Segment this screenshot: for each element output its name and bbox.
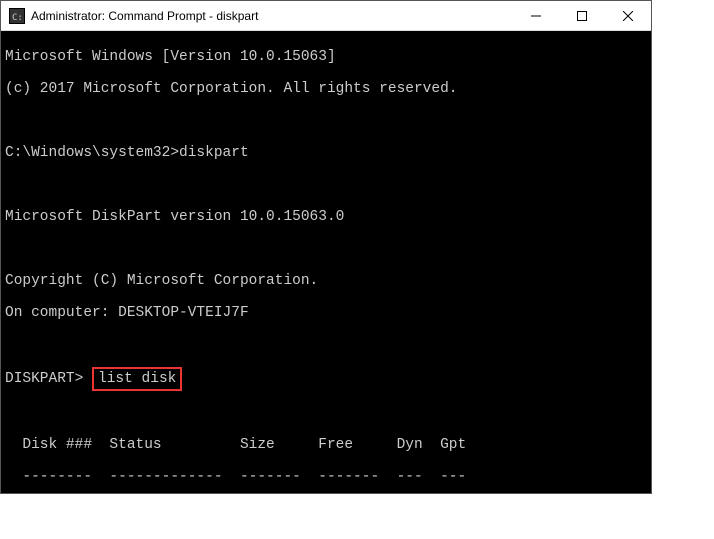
cmd-line-1: DISKPART> list disk xyxy=(5,369,651,389)
cmd-list-disk: list disk xyxy=(98,371,176,387)
window-controls xyxy=(513,1,651,31)
diskpart-version: Microsoft DiskPart version 10.0.15063.0 xyxy=(5,209,651,225)
blank-line xyxy=(5,241,651,257)
close-button[interactable] xyxy=(605,1,651,31)
invoke-line: C:\Windows\system32>diskpart xyxy=(5,145,651,161)
computer-name: On computer: DESKTOP-VTEIJ7F xyxy=(5,305,651,321)
minimize-button[interactable] xyxy=(513,1,559,31)
os-version-line: Microsoft Windows [Version 10.0.15063] xyxy=(5,49,651,65)
svg-text:C:: C: xyxy=(12,13,23,23)
cmd-icon: C: xyxy=(9,8,25,24)
maximize-button[interactable] xyxy=(559,1,605,31)
highlight-box: list disk xyxy=(92,367,182,391)
blank-line xyxy=(5,405,651,421)
terminal-output[interactable]: Microsoft Windows [Version 10.0.15063] (… xyxy=(1,31,651,493)
copyright-line: (c) 2017 Microsoft Corporation. All righ… xyxy=(5,81,651,97)
blank-line xyxy=(5,177,651,193)
invoke-cmd: diskpart xyxy=(179,145,249,161)
window-title: Administrator: Command Prompt - diskpart xyxy=(31,9,513,23)
titlebar[interactable]: C: Administrator: Command Prompt - diskp… xyxy=(1,1,651,31)
blank-line xyxy=(5,113,651,129)
command-prompt-window: C: Administrator: Command Prompt - diskp… xyxy=(0,0,652,494)
table-divider: -------- ------------- ------- ------- -… xyxy=(5,469,651,485)
diskpart-prompt: DISKPART> xyxy=(5,371,83,387)
diskpart-copyright: Copyright (C) Microsoft Corporation. xyxy=(5,273,651,289)
table-header: Disk ### Status Size Free Dyn Gpt xyxy=(5,437,651,453)
blank-line xyxy=(5,337,651,353)
shell-prompt: C:\Windows\system32> xyxy=(5,145,179,161)
